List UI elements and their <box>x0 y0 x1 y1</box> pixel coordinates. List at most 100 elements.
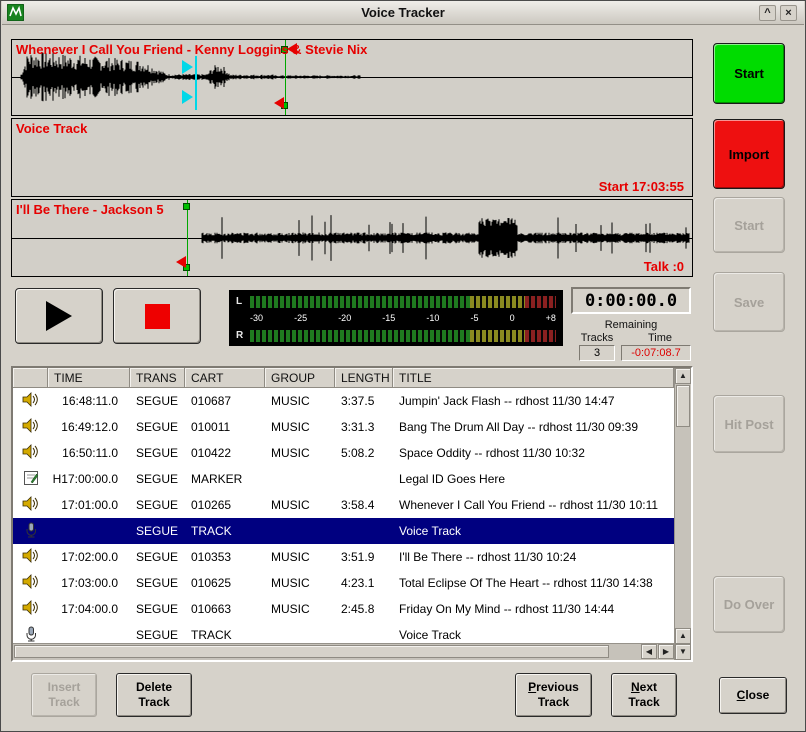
cell-trans: SEGUE <box>130 524 185 538</box>
delete-track-label-1: Delete <box>136 680 172 695</box>
vertical-scrollbar[interactable]: ▲ ▲ ▼ <box>674 368 691 660</box>
speaker-icon <box>22 599 39 619</box>
cell-trans: SEGUE <box>130 498 185 512</box>
waveform-panel-track3[interactable]: I'll Be There - Jackson 5 Talk :0 <box>11 199 693 277</box>
play-icon <box>46 301 72 331</box>
column-header[interactable]: TITLE <box>393 368 674 388</box>
speaker-icon <box>22 391 39 411</box>
import-button[interactable]: Import <box>713 119 785 189</box>
cell-cart: 010422 <box>185 446 265 460</box>
track3-title: I'll Be There - Jackson 5 <box>16 202 164 217</box>
column-header[interactable]: CART <box>185 368 265 388</box>
log-row[interactable]: 17:04:00.0SEGUE010663MUSIC2:45.8Friday O… <box>13 596 674 622</box>
log-row[interactable]: 16:50:11.0SEGUE010422MUSIC5:08.2Space Od… <box>13 440 674 466</box>
cell-cart: TRACK <box>185 524 265 538</box>
log-row[interactable]: H17:00:00.0SEGUEMARKERLegal ID Goes Here <box>13 466 674 492</box>
cell-length: 3:58.4 <box>335 498 393 512</box>
cell-time: 17:01:00.0 <box>48 498 130 512</box>
waveform-panel-voicetrack[interactable]: Voice Track Start 17:03:55 <box>11 118 693 197</box>
track1-title: Whenever I Call You Friend - Kenny Loggi… <box>16 42 367 57</box>
scroll-right-icon[interactable]: ▶ <box>658 644 674 659</box>
shade-button[interactable]: ^ <box>759 5 776 21</box>
log-row[interactable]: SEGUETRACK Voice Track <box>13 518 674 544</box>
meter-tick: -30 <box>250 313 263 324</box>
next-track-label-2: Track <box>628 695 659 710</box>
zero-line <box>12 77 692 78</box>
zero-line <box>12 238 692 239</box>
marker-icon <box>23 470 39 489</box>
start-marker-handle-top[interactable] <box>183 203 190 210</box>
delete-track-button[interactable]: Delete Track <box>116 673 192 717</box>
cell-title: Voice Track <box>393 524 674 538</box>
fade-marker-handle-bottom[interactable] <box>182 90 193 104</box>
cell-group: MUSIC <box>265 576 335 590</box>
insert-track-button: Insert Track <box>31 673 97 717</box>
cell-trans: SEGUE <box>130 394 185 408</box>
remaining-tracks-label: Tracks <box>573 332 621 344</box>
next-track-button[interactable]: Next Track <box>611 673 677 717</box>
horizontal-scrollbar[interactable]: ◀ ▶ <box>13 643 674 660</box>
close-button[interactable]: Close <box>719 677 787 714</box>
cell-trans: SEGUE <box>130 420 185 434</box>
cell-length: 2:45.8 <box>335 602 393 616</box>
log-row[interactable]: 16:49:12.0SEGUE010011MUSIC3:31.3Bang The… <box>13 414 674 440</box>
row-icon-cell <box>13 522 48 541</box>
log-row[interactable]: SEGUETRACKVoice Track <box>13 622 674 643</box>
fade-marker-handle-top[interactable] <box>182 60 193 74</box>
cell-length: 5:08.2 <box>335 446 393 460</box>
row-icon-cell <box>13 573 48 593</box>
cell-title: Whenever I Call You Friend -- rdhost 11/… <box>393 498 674 512</box>
scroll-down-icon[interactable]: ▼ <box>675 644 691 660</box>
start-playback-button: Start <box>713 197 785 253</box>
fade-marker-line[interactable] <box>195 56 197 110</box>
cell-title: Voice Track <box>393 628 674 642</box>
meter-tick: -10 <box>426 313 439 324</box>
scroll-left-icon[interactable]: ◀ <box>641 644 657 659</box>
previous-track-button[interactable]: Previous Track <box>515 673 592 717</box>
meter-tick: -15 <box>382 313 395 324</box>
mic-icon <box>23 626 39 644</box>
cell-trans: SEGUE <box>130 602 185 616</box>
row-icon-cell <box>13 470 48 489</box>
end-marker-handle-bottom[interactable] <box>274 97 284 109</box>
horizontal-scroll-thumb[interactable] <box>14 645 609 658</box>
scroll-up2-icon[interactable]: ▲ <box>675 628 691 644</box>
cell-group: MUSIC <box>265 394 335 408</box>
log-row[interactable]: 17:01:00.0SEGUE010265MUSIC3:58.4Whenever… <box>13 492 674 518</box>
delete-track-label-2: Track <box>138 695 169 710</box>
log-row[interactable]: 17:02:00.0SEGUE010353MUSIC3:51.9I'll Be … <box>13 544 674 570</box>
row-icon-cell <box>13 391 48 411</box>
do-over-button: Do Over <box>713 576 785 633</box>
row-icon-cell <box>13 626 48 644</box>
column-header[interactable]: LENGTH <box>335 368 393 388</box>
window-title: Voice Tracker <box>2 5 804 20</box>
mic-icon <box>23 522 39 541</box>
talk-marker-handle[interactable] <box>176 256 186 268</box>
cell-group: MUSIC <box>265 602 335 616</box>
cell-title: I'll Be There -- rdhost 11/30 10:24 <box>393 550 674 564</box>
column-header[interactable]: GROUP <box>265 368 335 388</box>
window-close-icon[interactable]: × <box>780 5 797 21</box>
log-row[interactable]: 17:03:00.0SEGUE010625MUSIC4:23.1Total Ec… <box>13 570 674 596</box>
remaining-label: Remaining <box>571 319 691 331</box>
column-header[interactable] <box>13 368 48 388</box>
play-button[interactable] <box>15 288 103 344</box>
audio-meter: L -30-25-20-15-10-50+8 R <box>229 290 563 346</box>
column-header[interactable]: TIME <box>48 368 130 388</box>
log-row[interactable]: 16:48:11.0SEGUE010687MUSIC3:37.5Jumpin' … <box>13 388 674 414</box>
titlebar[interactable]: Voice Tracker ^ × <box>2 1 804 25</box>
meter-right-label: R <box>236 330 250 341</box>
cell-title: Jumpin' Jack Flash -- rdhost 11/30 14:47 <box>393 394 674 408</box>
previous-track-label-2: Track <box>538 695 569 710</box>
stop-button[interactable] <box>113 288 201 344</box>
scroll-up-icon[interactable]: ▲ <box>675 368 691 384</box>
meter-tick: -5 <box>470 313 478 324</box>
column-header[interactable]: TRANS <box>130 368 185 388</box>
speaker-icon <box>22 547 39 567</box>
cell-length: 3:51.9 <box>335 550 393 564</box>
waveform-panel-track1[interactable]: Whenever I Call You Friend - Kenny Loggi… <box>11 39 693 116</box>
vertical-scroll-thumb[interactable] <box>676 385 690 427</box>
meter-left-label: L <box>236 296 250 307</box>
start-button[interactable]: Start <box>713 43 785 104</box>
speaker-icon <box>22 443 39 463</box>
